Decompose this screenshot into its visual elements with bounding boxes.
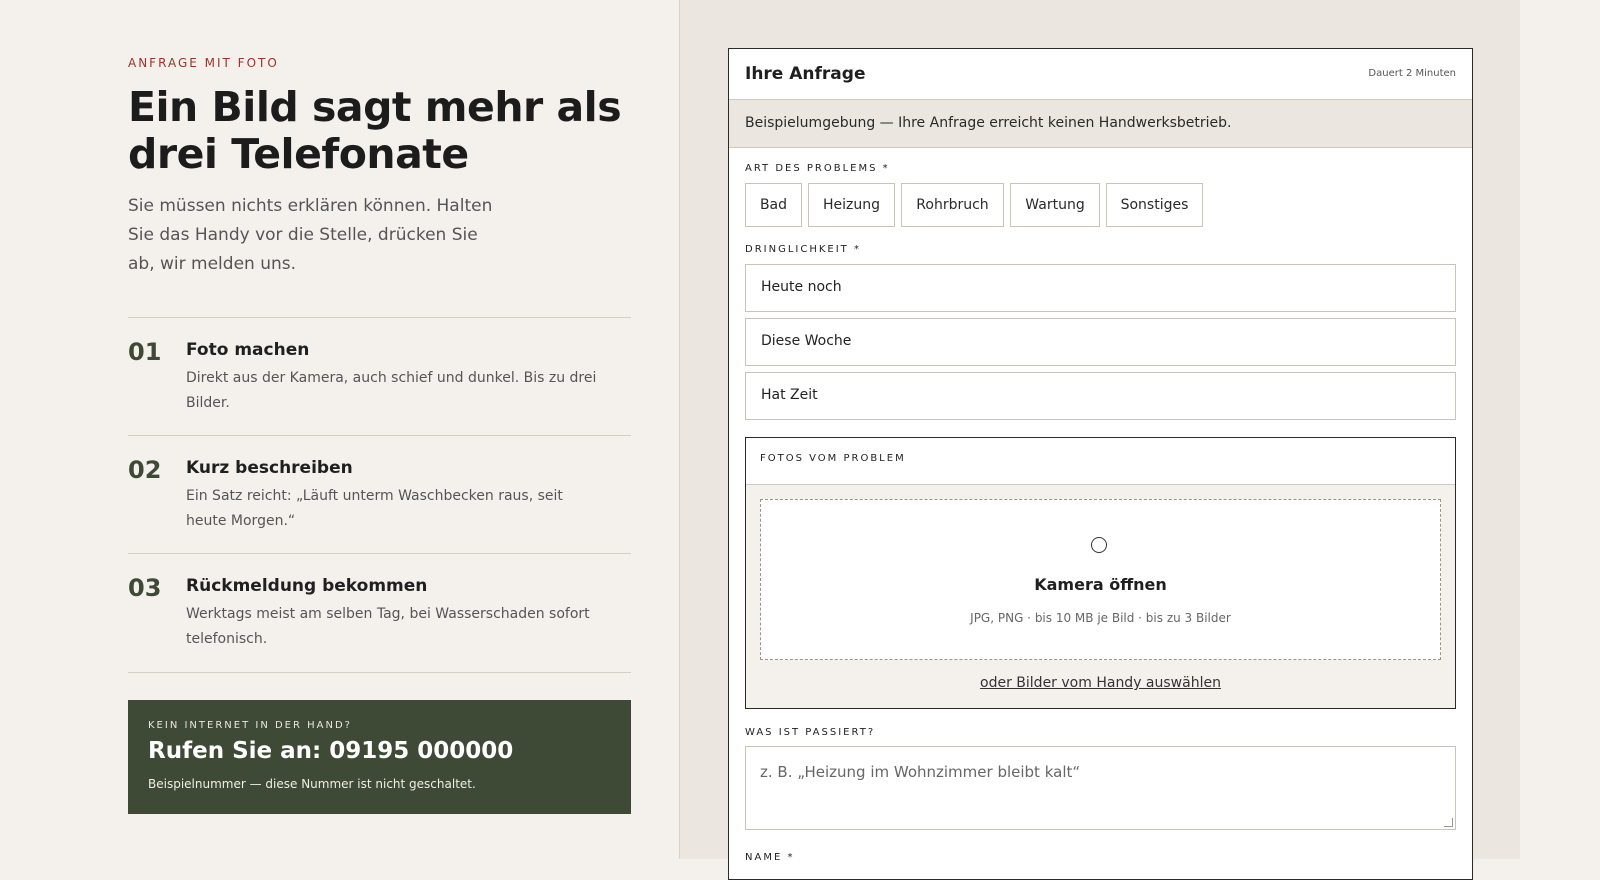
intro-lead: Sie müssen nichts erklären können. Halte…: [128, 196, 493, 274]
step-item: 03 Rückmeldung bekommen Werktags meist a…: [128, 553, 631, 673]
photo-upload-header: FOTOS VOM PROBLEM: [746, 438, 1455, 485]
problem-type-sonstiges[interactable]: Sonstiges: [1106, 183, 1203, 227]
camera-upload-hint: JPG, PNG · bis 10 MB je Bild · bis zu 3 …: [970, 611, 1231, 625]
urgency-option-label: Diese Woche: [761, 333, 852, 349]
urgency-option-later[interactable]: Hat Zeit: [745, 372, 1456, 420]
step-number: 01: [128, 338, 162, 366]
phone-callout-eyebrow: KEIN INTERNET IN DER HAND?: [148, 720, 352, 731]
name-label: NAME *: [745, 852, 795, 863]
problem-type-bad[interactable]: Bad: [745, 183, 802, 227]
phone-callout: KEIN INTERNET IN DER HAND? Rufen Sie an:…: [128, 700, 631, 814]
form-header: Ihre Anfrage Dauert 2 Minuten: [729, 49, 1472, 100]
urgency-label: DRINGLICHKEIT *: [745, 244, 861, 255]
problem-type-wartung[interactable]: Wartung: [1010, 183, 1100, 227]
urgency-option-today[interactable]: Heute noch: [745, 264, 1456, 312]
step-title: Rückmeldung bekommen: [186, 576, 428, 596]
resize-handle-icon[interactable]: [1444, 818, 1453, 827]
page-title: Ein Bild sagt mehr als drei Telefonate: [128, 83, 622, 178]
intro-eyebrow: ANFRAGE MIT FOTO: [128, 56, 279, 70]
camera-icon: [1091, 537, 1107, 553]
phone-callout-note: Beispielnummer — diese Nummer ist nicht …: [148, 777, 476, 791]
form-title: Ihre Anfrage: [745, 64, 866, 84]
choose-from-phone-link[interactable]: oder Bilder vom Handy auswählen: [746, 675, 1455, 691]
demo-notice: Beispielumgebung — Ihre Anfrage erreicht…: [729, 100, 1472, 148]
description-placeholder: z. B. „Heizung im Wohnzimmer bleibt kalt…: [760, 763, 1081, 781]
camera-open-title: Kamera öffnen: [1034, 575, 1167, 594]
phone-number-link[interactable]: Rufen Sie an: 09195 000000: [148, 738, 513, 764]
photo-upload-label: FOTOS VOM PROBLEM: [760, 453, 906, 464]
form-duration: Dauert 2 Minuten: [1368, 68, 1456, 79]
demo-notice-text: Beispielumgebung — Ihre Anfrage erreicht…: [745, 115, 1232, 131]
step-title: Kurz beschreiben: [186, 458, 353, 478]
description-textarea[interactable]: z. B. „Heizung im Wohnzimmer bleibt kalt…: [745, 746, 1456, 830]
problem-type-label: ART DES PROBLEMS *: [745, 163, 890, 174]
step-title: Foto machen: [186, 340, 310, 360]
problem-type-rohrbruch[interactable]: Rohrbruch: [901, 183, 1004, 227]
camera-dropzone[interactable]: Kamera öffnen JPG, PNG · bis 10 MB je Bi…: [760, 499, 1441, 660]
problem-type-heizung[interactable]: Heizung: [808, 183, 895, 227]
description-label: WAS IST PASSIERT?: [745, 727, 876, 738]
step-number: 03: [128, 574, 162, 602]
page-margin: [1520, 0, 1600, 859]
photo-upload-section: FOTOS VOM PROBLEM Kamera öffnen JPG, PNG…: [745, 437, 1456, 709]
step-description: Direkt aus der Kamera, auch schief und d…: [186, 370, 597, 411]
step-item: 02 Kurz beschreiben Ein Satz reicht: „Lä…: [128, 435, 631, 554]
urgency-option-label: Hat Zeit: [761, 387, 818, 403]
urgency-option-label: Heute noch: [761, 279, 842, 295]
step-item: 01 Foto machen Direkt aus der Kamera, au…: [128, 317, 631, 436]
step-description: Ein Satz reicht: „Läuft unterm Waschbeck…: [186, 488, 563, 529]
step-description: Werktags meist am selben Tag, bei Wasser…: [186, 606, 590, 647]
urgency-option-week[interactable]: Diese Woche: [745, 318, 1456, 366]
step-number: 02: [128, 456, 162, 484]
